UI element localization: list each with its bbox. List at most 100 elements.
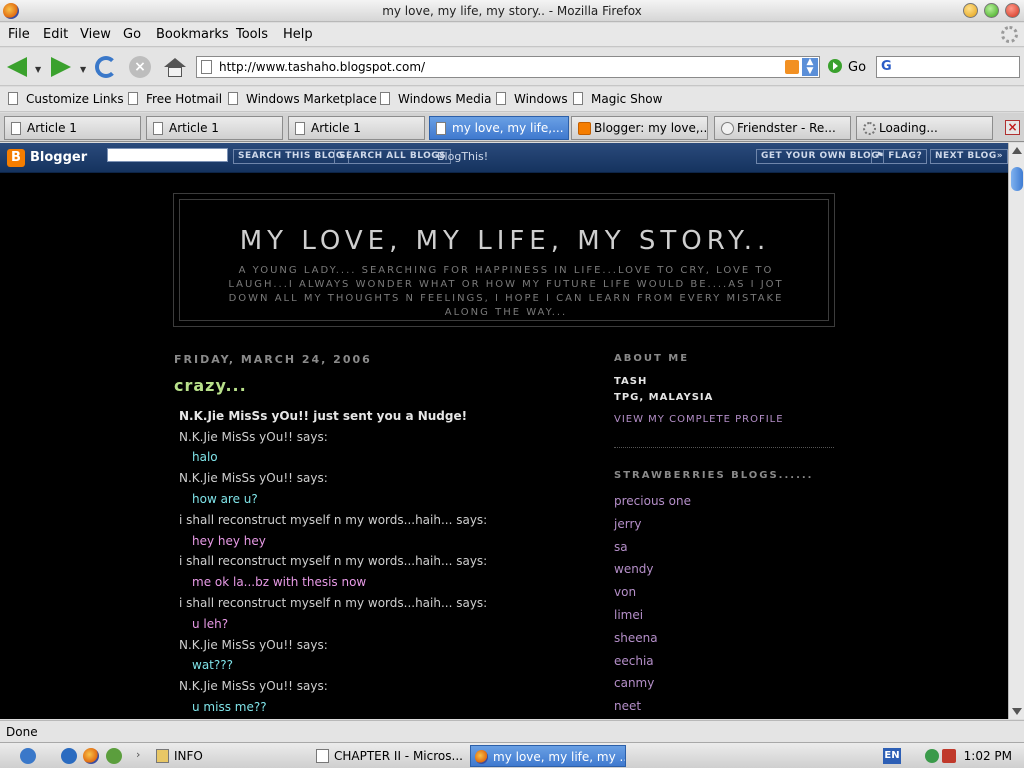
- menu-file[interactable]: File: [8, 27, 30, 42]
- go-label: Go: [848, 60, 867, 75]
- smiley-icon: [721, 122, 734, 135]
- bookmark-customize-links[interactable]: Customize Links: [8, 92, 124, 106]
- blog-description: A YOUNG LADY.... SEARCHING FOR HAPPINESS…: [228, 265, 784, 318]
- chat-line: N.K.Jie MisSs yOu!! just sent you a Nudg…: [179, 409, 468, 423]
- tab-article-1[interactable]: Article 1: [4, 116, 141, 140]
- messenger-quicklaunch-icon[interactable]: [106, 748, 122, 764]
- blog-title[interactable]: MY LOVE, MY LIFE, MY STORY..: [180, 226, 830, 256]
- sidebar-divider: [614, 447, 834, 448]
- chat-line: i shall reconstruct myself n my words...…: [179, 596, 488, 610]
- blog-link[interactable]: von: [614, 585, 636, 599]
- language-indicator[interactable]: EN: [883, 748, 901, 764]
- address-bar[interactable]: ▲▼: [196, 56, 820, 78]
- folder-icon: [156, 749, 169, 763]
- bookmark-page-icon: [128, 92, 138, 105]
- start-menu-icon[interactable]: [20, 748, 36, 764]
- bookmark-free-hotmail[interactable]: Free Hotmail: [128, 92, 222, 106]
- maximize-button[interactable]: [984, 3, 999, 18]
- forward-button[interactable]: [48, 55, 74, 79]
- system-clock[interactable]: 1:02 PM: [964, 749, 1012, 763]
- blog-link[interactable]: limei: [614, 608, 643, 622]
- tab-article-1-c[interactable]: Article 1: [288, 116, 425, 140]
- tab-friendster[interactable]: Friendster - Re...: [714, 116, 851, 140]
- status-bar: Done: [0, 720, 1024, 742]
- vertical-scrollbar[interactable]: [1008, 143, 1024, 719]
- tab-loading[interactable]: Loading...: [856, 116, 993, 140]
- blog-link[interactable]: canmy: [614, 676, 654, 690]
- quicklaunch-chevron-icon[interactable]: ›: [136, 748, 140, 761]
- bookmark-page-icon: [380, 92, 390, 105]
- taskbar-item-firefox[interactable]: my love, my life, my ...: [470, 745, 626, 767]
- scroll-down-icon[interactable]: [1012, 708, 1022, 715]
- stop-button[interactable]: ×: [127, 55, 153, 79]
- back-dropdown-icon[interactable]: ▼: [35, 65, 41, 74]
- blog-link[interactable]: precious one: [614, 494, 691, 508]
- document-icon: [316, 749, 329, 763]
- forward-dropdown-icon[interactable]: ▼: [80, 65, 86, 74]
- url-history-dropdown[interactable]: ▲ ▼: [802, 58, 818, 76]
- profile-location: TPG, MALAYSIA: [614, 392, 714, 403]
- flag-button[interactable]: ⚑ FLAG?: [871, 149, 928, 164]
- firefox-quicklaunch-icon[interactable]: [83, 748, 99, 764]
- blogthis-link[interactable]: BlogThis!: [437, 150, 488, 163]
- close-window-button[interactable]: [1005, 3, 1020, 18]
- url-input[interactable]: [219, 58, 779, 76]
- blog-link[interactable]: eechia: [614, 654, 654, 668]
- minimize-button[interactable]: [963, 3, 978, 18]
- menu-bookmarks[interactable]: Bookmarks: [156, 27, 229, 42]
- blog-link[interactable]: jerry: [614, 517, 641, 531]
- blog-link[interactable]: sa: [614, 540, 628, 554]
- bookmark-windows-media[interactable]: Windows Media: [380, 92, 491, 106]
- menu-help[interactable]: Help: [283, 27, 313, 42]
- menu-tools[interactable]: Tools: [236, 27, 268, 42]
- tab-my-love-my-life[interactable]: my love, my life,...: [429, 116, 569, 140]
- taskbar-item-chapter-ii[interactable]: CHAPTER II - Micros...: [312, 745, 462, 767]
- search-box[interactable]: G: [876, 56, 1020, 78]
- page-icon: [201, 60, 212, 74]
- ie-quicklaunch-icon[interactable]: [61, 748, 77, 764]
- menu-edit[interactable]: Edit: [43, 27, 68, 42]
- bookmarks-toolbar: Customize Links Free Hotmail Windows Mar…: [0, 87, 1024, 112]
- page-content: B Blogger SEARCH THIS BLOG SEARCH ALL BL…: [0, 143, 1008, 719]
- view-profile-link[interactable]: VIEW MY COMPLETE PROFILE: [614, 414, 784, 425]
- tray-antivirus-icon[interactable]: [942, 749, 956, 763]
- go-icon: [828, 59, 842, 73]
- blogger-brand[interactable]: Blogger: [30, 150, 87, 165]
- menu-go[interactable]: Go: [123, 27, 141, 42]
- taskbar: › INFO CHAPTER II - Micros... my love, m…: [0, 742, 1024, 768]
- status-text: Done: [6, 725, 38, 739]
- chat-line: u miss me??: [192, 700, 267, 714]
- blog-link[interactable]: neet: [614, 699, 641, 713]
- back-button[interactable]: [4, 55, 30, 79]
- page-icon: [295, 122, 305, 135]
- blog-header-inner: MY LOVE, MY LIFE, MY STORY.. A YOUNG LAD…: [179, 199, 829, 321]
- blog-link[interactable]: wendy: [614, 562, 654, 576]
- taskbar-item-info[interactable]: INFO: [152, 745, 302, 767]
- reload-button[interactable]: [93, 55, 119, 79]
- bookmark-windows[interactable]: Windows: [496, 92, 568, 106]
- blog-search-input[interactable]: [107, 148, 228, 162]
- scroll-up-icon[interactable]: [1012, 147, 1022, 154]
- next-blog-button[interactable]: NEXT BLOG»: [930, 149, 1008, 164]
- tray-network-icon[interactable]: [925, 749, 939, 763]
- blogger-logo-icon[interactable]: B: [7, 149, 25, 167]
- get-your-own-blog-button[interactable]: GET YOUR OWN BLOG: [756, 149, 885, 164]
- search-all-blogs-button[interactable]: SEARCH ALL BLOGS: [334, 149, 452, 164]
- tab-article-1-b[interactable]: Article 1: [146, 116, 283, 140]
- menu-view[interactable]: View: [80, 27, 111, 42]
- bookmark-magic-show[interactable]: Magic Show: [573, 92, 662, 106]
- go-button[interactable]: Go: [828, 59, 866, 77]
- blog-link[interactable]: sheena: [614, 631, 658, 645]
- post-date: FRIDAY, MARCH 24, 2006: [174, 353, 372, 366]
- tab-blogger[interactable]: Blogger: my love,...: [571, 116, 708, 140]
- chat-line: N.K.Jie MisSs yOu!! says:: [179, 430, 328, 444]
- close-tab-button[interactable]: ×: [1005, 120, 1020, 135]
- home-button[interactable]: [162, 55, 188, 79]
- blogs-heading: STRAWBERRIES BLOGS......: [614, 470, 814, 481]
- rss-feed-icon[interactable]: [785, 60, 799, 74]
- firefox-icon: [475, 750, 488, 764]
- scroll-thumb[interactable]: [1011, 167, 1023, 191]
- blog-header: MY LOVE, MY LIFE, MY STORY.. A YOUNG LAD…: [173, 193, 835, 327]
- search-this-blog-button[interactable]: SEARCH THIS BLOG: [233, 149, 349, 164]
- bookmark-windows-marketplace[interactable]: Windows Marketplace: [228, 92, 377, 106]
